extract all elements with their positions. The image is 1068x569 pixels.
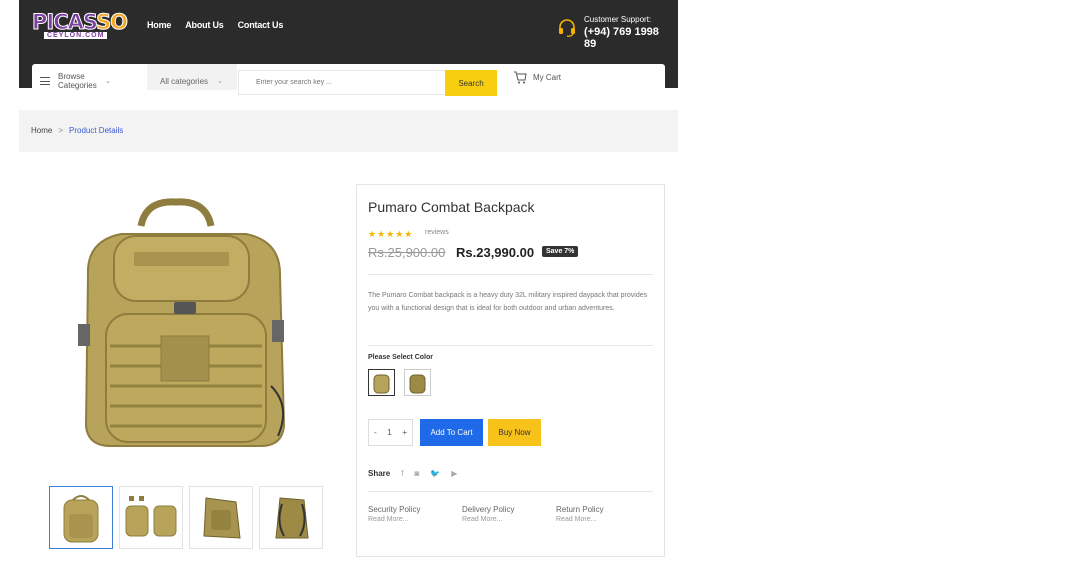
- breadcrumb-home[interactable]: Home: [31, 126, 52, 135]
- my-cart-label: My Cart: [533, 73, 561, 82]
- menu-icon: [40, 77, 50, 85]
- divider: [368, 274, 653, 275]
- nav-contact-us[interactable]: Contact Us: [238, 20, 284, 30]
- chevron-down-icon: ⌄: [217, 78, 223, 85]
- thumbnail-2[interactable]: [119, 486, 183, 549]
- security-policy[interactable]: Security Policy Read More...: [368, 505, 462, 523]
- policy-title: Return Policy: [556, 505, 604, 514]
- logo-text: PICASSO: [31, 10, 129, 35]
- delivery-policy[interactable]: Delivery Policy Read More...: [462, 505, 556, 523]
- twitter-icon[interactable]: 🐦: [430, 469, 440, 478]
- backpack-side-thumb: [203, 496, 241, 539]
- divider: [368, 491, 653, 492]
- main-nav: Home About Us Contact Us: [147, 20, 283, 30]
- qty-increase-button[interactable]: +: [402, 428, 407, 437]
- policy-links: Security Policy Read More... Delivery Po…: [368, 505, 653, 523]
- swatch-backpack-thumb: [373, 374, 390, 393]
- policy-title: Delivery Policy: [462, 505, 515, 514]
- product-details-panel: Pumaro Combat Backpack ★★★★★ reviews Rs.…: [356, 184, 665, 557]
- thumbnail-3[interactable]: [189, 486, 253, 549]
- reviews-link[interactable]: reviews: [425, 229, 449, 236]
- share-row: Share f ◙ 🐦 ▶: [368, 469, 457, 478]
- backpack-front-thumb: [63, 494, 99, 542]
- breadcrumb-current[interactable]: Product Details: [69, 126, 123, 135]
- headset-icon: [559, 19, 575, 37]
- youtube-icon[interactable]: ▶: [451, 469, 457, 478]
- old-price: Rs.25,900.00: [368, 245, 446, 260]
- breadcrumb: Home > Product Details: [19, 110, 678, 152]
- swatch-backpack-thumb: [409, 374, 426, 393]
- nav-about-us[interactable]: About Us: [185, 20, 224, 30]
- product-title: Pumaro Combat Backpack: [368, 199, 535, 215]
- category-select[interactable]: All categories ⌄: [147, 64, 237, 90]
- my-cart-link[interactable]: My Cart: [513, 71, 561, 84]
- logo-subtext: CEYLON.COM: [44, 32, 108, 39]
- rating-stars: ★★★★★: [368, 229, 414, 239]
- color-swatch-1[interactable]: [368, 369, 395, 396]
- thumbnail-1[interactable]: [49, 486, 113, 549]
- product-main-image[interactable]: [66, 196, 306, 462]
- customer-support: Customer Support: (+94) 769 1998 89: [557, 14, 672, 50]
- breadcrumb-separator: >: [58, 126, 64, 135]
- backpack-pair-thumb: [125, 495, 177, 536]
- qty-value[interactable]: 1: [387, 428, 391, 437]
- search-button[interactable]: Search: [445, 70, 497, 96]
- return-policy[interactable]: Return Policy Read More...: [556, 505, 650, 523]
- qty-decrease-button[interactable]: -: [374, 428, 377, 437]
- policy-read-more[interactable]: Read More...: [556, 516, 650, 523]
- divider: [368, 345, 653, 346]
- cart-icon: [514, 71, 527, 84]
- search-input[interactable]: [238, 70, 445, 95]
- thumbnail-4[interactable]: [259, 486, 323, 549]
- chevron-down-icon: ⌄: [105, 78, 111, 85]
- policy-title: Security Policy: [368, 505, 421, 514]
- logo-accent-text: SO: [96, 10, 129, 35]
- save-badge: Save 7%: [542, 246, 579, 257]
- nav-home[interactable]: Home: [147, 20, 171, 30]
- buy-now-button[interactable]: Buy Now: [488, 419, 541, 446]
- backpack-back-thumb: [275, 496, 309, 538]
- policy-read-more[interactable]: Read More...: [368, 516, 462, 523]
- thumbnail-strip: [49, 486, 323, 549]
- support-phone[interactable]: (+94) 769 1998 89: [584, 26, 672, 50]
- color-swatch-2[interactable]: [404, 369, 431, 396]
- instagram-icon[interactable]: ◙: [414, 469, 419, 478]
- search-bar: Browse Categories ⌄ All categories ⌄ Sea…: [32, 64, 665, 96]
- policy-read-more[interactable]: Read More...: [462, 516, 556, 523]
- page: PICASSO CEYLON.COM Home About Us Contact…: [0, 0, 1068, 569]
- current-price: Rs.23,990.00: [456, 245, 535, 260]
- product-description: The Pumaro Combat backpack is a heavy du…: [368, 292, 648, 312]
- quantity-stepper[interactable]: - 1 +: [368, 419, 413, 446]
- support-label: Customer Support:: [584, 15, 652, 24]
- backpack-image: [78, 198, 286, 447]
- browse-categories-button[interactable]: Browse Categories ⌄: [40, 72, 111, 90]
- browse-categories-label: Browse Categories: [58, 72, 97, 90]
- site-logo[interactable]: PICASSO CEYLON.COM: [31, 10, 129, 44]
- facebook-icon[interactable]: f: [401, 469, 403, 478]
- color-swatches: [368, 369, 431, 396]
- color-select-label: Please Select Color: [368, 354, 433, 361]
- add-to-cart-button[interactable]: Add To Cart: [420, 419, 483, 446]
- logo-main-text: PICAS: [31, 10, 97, 35]
- share-label: Share: [368, 469, 391, 478]
- category-select-value: All categories: [160, 77, 209, 86]
